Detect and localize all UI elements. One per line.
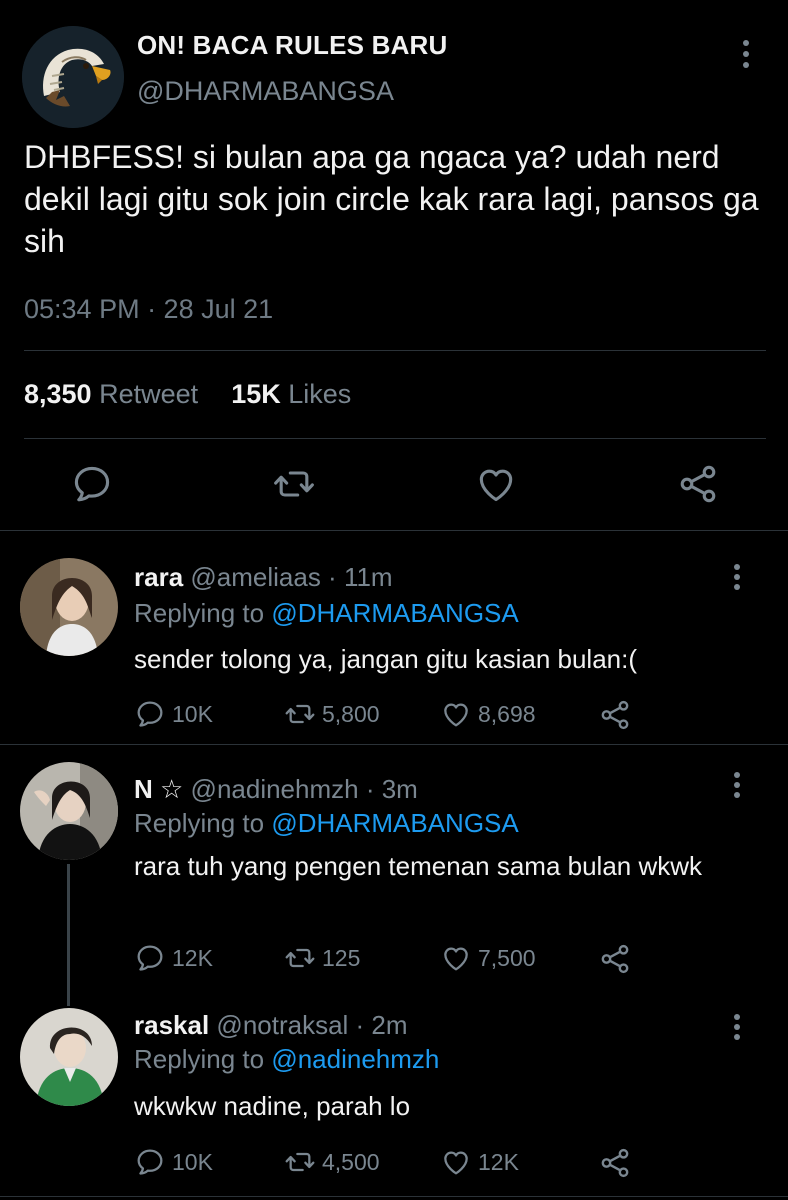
like-icon[interactable] xyxy=(440,942,472,974)
reply-icon[interactable] xyxy=(134,698,166,730)
reply-icon[interactable] xyxy=(134,942,166,974)
reply-count: 10K xyxy=(172,700,213,727)
reply-handle-time[interactable]: @notraksal · 2m xyxy=(216,1010,407,1040)
share-action[interactable] xyxy=(598,698,638,732)
share-icon[interactable] xyxy=(598,1146,632,1180)
reply-tweet[interactable]: N ☆ @nadinehmzh · 3m Replying to @DHARMA… xyxy=(0,744,788,1000)
reply-icon[interactable] xyxy=(134,1146,166,1178)
retweet-count[interactable]: 8,350 xyxy=(24,379,92,409)
like-count: 12K xyxy=(478,1148,519,1175)
share-icon[interactable] xyxy=(598,698,632,732)
replying-to: Replying to @nadinehmzh xyxy=(134,1044,439,1075)
reply-header: raskal @notraksal · 2m xyxy=(134,1010,408,1041)
reply-action[interactable]: 10K xyxy=(134,1146,213,1178)
likes-count[interactable]: 15K xyxy=(231,379,281,409)
retweet-icon[interactable] xyxy=(284,1146,316,1178)
reply-author-name[interactable]: N ☆ xyxy=(134,774,183,804)
like-icon[interactable] xyxy=(440,698,472,730)
main-tweet: ON! BACA RULES BARU @DHARMABANGSA DHBFES… xyxy=(0,0,788,530)
retweet-action[interactable]: 5,800 xyxy=(284,698,380,730)
reply-icon[interactable] xyxy=(70,462,114,506)
tweet-stats: 8,350 Retweet 15K Likes xyxy=(24,379,351,410)
display-name[interactable]: ON! BACA RULES BARU xyxy=(137,30,448,61)
replying-to-label: Replying to xyxy=(134,598,265,628)
replying-to-label: Replying to xyxy=(134,1044,265,1074)
avatar-photo-icon xyxy=(20,1008,118,1106)
reply-tweet[interactable]: raskal @notraksal · 2m Replying to @nadi… xyxy=(0,1000,788,1200)
reply-handle-time[interactable]: @ameliaas · 11m xyxy=(190,562,392,592)
divider xyxy=(24,438,766,439)
eagle-logo-icon xyxy=(22,26,124,128)
retweet-icon[interactable] xyxy=(272,462,316,506)
reply-text: rara tuh yang pengen temenan sama bulan … xyxy=(134,851,703,881)
thread-line xyxy=(67,1000,70,1006)
avatar[interactable] xyxy=(20,1008,118,1106)
like-count: 8,698 xyxy=(478,700,536,727)
reply-action[interactable]: 12K xyxy=(134,942,213,974)
divider xyxy=(0,1196,788,1197)
reply-count: 12K xyxy=(172,944,213,971)
reply-header: N ☆ @nadinehmzh · 3m xyxy=(134,774,418,805)
more-options-icon[interactable] xyxy=(724,564,750,594)
like-icon[interactable] xyxy=(440,1146,472,1178)
more-options-icon[interactable] xyxy=(724,772,750,802)
retweet-count: 5,800 xyxy=(322,700,380,727)
reply-author-name[interactable]: rara xyxy=(134,562,183,592)
handle[interactable]: @DHARMABANGSA xyxy=(137,76,394,107)
tweet-text: DHBFESS! si bulan apa ga ngaca ya? udah … xyxy=(24,139,759,259)
replying-to-mention[interactable]: @nadinehmzh xyxy=(271,1044,439,1074)
like-action[interactable]: 7,500 xyxy=(440,942,536,974)
tweet-timestamp[interactable]: 05:34 PM · 28 Jul 21 xyxy=(24,294,273,325)
avatar-photo-icon xyxy=(20,558,118,656)
like-icon[interactable] xyxy=(474,462,518,506)
replying-to-mention[interactable]: @DHARMABANGSA xyxy=(271,808,518,838)
share-icon[interactable] xyxy=(676,462,720,506)
reply-text: sender tolong ya, jangan gitu kasian bul… xyxy=(134,644,638,674)
reply-tweet[interactable]: rara @ameliaas · 11m Replying to @DHARMA… xyxy=(0,530,788,744)
avatar[interactable] xyxy=(20,558,118,656)
replying-to-label: Replying to xyxy=(134,808,265,838)
like-action[interactable]: 12K xyxy=(440,1146,519,1178)
reply-count: 10K xyxy=(172,1148,213,1175)
retweet-label[interactable]: Retweet xyxy=(99,379,198,409)
like-count: 7,500 xyxy=(478,944,536,971)
more-options-icon[interactable] xyxy=(724,1014,750,1044)
replying-to-mention[interactable]: @DHARMABANGSA xyxy=(271,598,518,628)
more-options-icon[interactable] xyxy=(733,38,759,70)
replying-to: Replying to @DHARMABANGSA xyxy=(134,808,519,839)
replying-to: Replying to @DHARMABANGSA xyxy=(134,598,519,629)
retweet-action[interactable]: 125 xyxy=(284,942,360,974)
retweet-icon[interactable] xyxy=(284,698,316,730)
reply-handle-time[interactable]: @nadinehmzh · 3m xyxy=(191,774,418,804)
share-action[interactable] xyxy=(598,1146,638,1180)
reply-text: wkwkw nadine, parah lo xyxy=(134,1091,411,1121)
reply-action[interactable]: 10K xyxy=(134,698,213,730)
likes-label[interactable]: Likes xyxy=(288,379,351,409)
avatar[interactable] xyxy=(22,26,124,128)
retweet-icon[interactable] xyxy=(284,942,316,974)
reply-author-name[interactable]: raskal xyxy=(134,1010,209,1040)
retweet-count: 125 xyxy=(322,944,361,971)
share-icon[interactable] xyxy=(598,942,632,976)
share-action[interactable] xyxy=(598,942,638,976)
retweet-action[interactable]: 4,500 xyxy=(284,1146,380,1178)
divider xyxy=(24,350,766,351)
thread-line xyxy=(67,864,70,1000)
retweet-count: 4,500 xyxy=(322,1148,380,1175)
avatar[interactable] xyxy=(20,762,118,860)
avatar-photo-icon xyxy=(20,762,118,860)
like-action[interactable]: 8,698 xyxy=(440,698,536,730)
reply-header: rara @ameliaas · 11m xyxy=(134,562,393,593)
